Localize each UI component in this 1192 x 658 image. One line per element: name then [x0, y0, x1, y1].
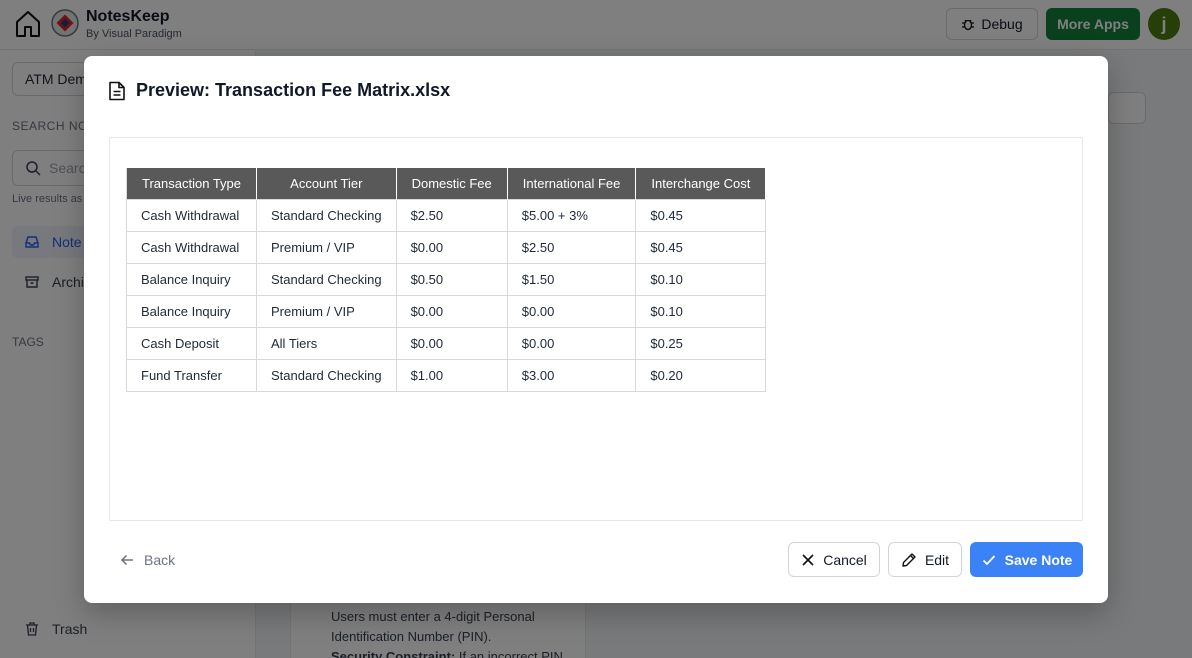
table-cell: $0.00 — [395, 231, 508, 264]
table-cell: $0.00 — [506, 327, 637, 360]
edit-label: Edit — [924, 551, 950, 568]
table-cell: Balance Inquiry — [126, 263, 257, 296]
pencil-icon — [902, 552, 916, 567]
table-cell: Standard Checking — [256, 263, 397, 296]
column-header: Transaction Type — [126, 167, 257, 200]
table-cell: $2.50 — [506, 231, 637, 264]
save-label: Save Note — [1004, 551, 1073, 568]
table-cell: $3.00 — [506, 359, 637, 392]
modal-title: Preview: Transaction Fee Matrix.xlsx — [136, 80, 451, 100]
arrow-left-icon — [120, 554, 133, 566]
table-header-row: Transaction Type Account Tier Domestic F… — [126, 167, 767, 200]
table-cell: Cash Deposit — [126, 327, 257, 360]
fee-table: Transaction Type Account Tier Domestic F… — [126, 167, 767, 392]
table-cell: All Tiers — [256, 327, 397, 360]
table-cell: Cash Withdrawal — [126, 231, 257, 264]
file-icon — [109, 81, 125, 100]
table-cell: Standard Checking — [256, 359, 397, 392]
column-header: Interchange Cost — [635, 167, 767, 200]
table-cell: Cash Withdrawal — [126, 199, 257, 232]
table-row: Fund Transfer Standard Checking $1.00 $3… — [126, 359, 767, 392]
spreadsheet-preview: Transaction Type Account Tier Domestic F… — [109, 137, 1083, 521]
table-cell: Premium / VIP — [256, 295, 397, 328]
table-cell: $1.50 — [506, 263, 637, 296]
table-cell: Fund Transfer — [126, 359, 257, 392]
cancel-label: Cancel — [823, 551, 867, 568]
back-label: Back — [144, 552, 176, 568]
edit-button[interactable]: Edit — [888, 542, 962, 577]
close-icon — [802, 553, 814, 566]
table-cell: $0.00 — [506, 295, 637, 328]
table-cell: $0.10 — [635, 263, 767, 296]
table-row: Cash Withdrawal Premium / VIP $0.00 $2.5… — [126, 231, 767, 264]
column-header: Domestic Fee — [395, 167, 508, 200]
table-cell: $0.25 — [635, 327, 767, 360]
table-cell: $0.10 — [635, 295, 767, 328]
table-row: Cash Withdrawal Standard Checking $2.50 … — [126, 199, 767, 232]
table-cell: $0.00 — [395, 295, 508, 328]
table-cell: $0.45 — [635, 199, 767, 232]
table-cell: $0.00 — [395, 327, 508, 360]
table-cell: $1.00 — [395, 359, 508, 392]
column-header: International Fee — [506, 167, 637, 200]
table-cell: $0.45 — [635, 231, 767, 264]
back-button[interactable]: Back — [120, 548, 175, 572]
table-row: Balance Inquiry Premium / VIP $0.00 $0.0… — [126, 295, 767, 328]
preview-modal: Preview: Transaction Fee Matrix.xlsx Tra… — [84, 56, 1108, 603]
table-cell: Balance Inquiry — [126, 295, 257, 328]
table-row: Balance Inquiry Standard Checking $0.50 … — [126, 263, 767, 296]
table-cell: Premium / VIP — [256, 231, 397, 264]
table-cell: $0.50 — [395, 263, 508, 296]
table-cell: $5.00 + 3% — [506, 199, 637, 232]
modal-header: Preview: Transaction Fee Matrix.xlsx — [108, 80, 450, 101]
save-note-button[interactable]: Save Note — [970, 542, 1083, 577]
check-icon — [982, 554, 995, 565]
table-row: Cash Deposit All Tiers $0.00 $0.00 $0.25 — [126, 327, 767, 360]
table-cell: Standard Checking — [256, 199, 397, 232]
table-cell: $0.20 — [635, 359, 767, 392]
column-header: Account Tier — [256, 167, 397, 200]
cancel-button[interactable]: Cancel — [788, 542, 880, 577]
table-cell: $2.50 — [395, 199, 508, 232]
